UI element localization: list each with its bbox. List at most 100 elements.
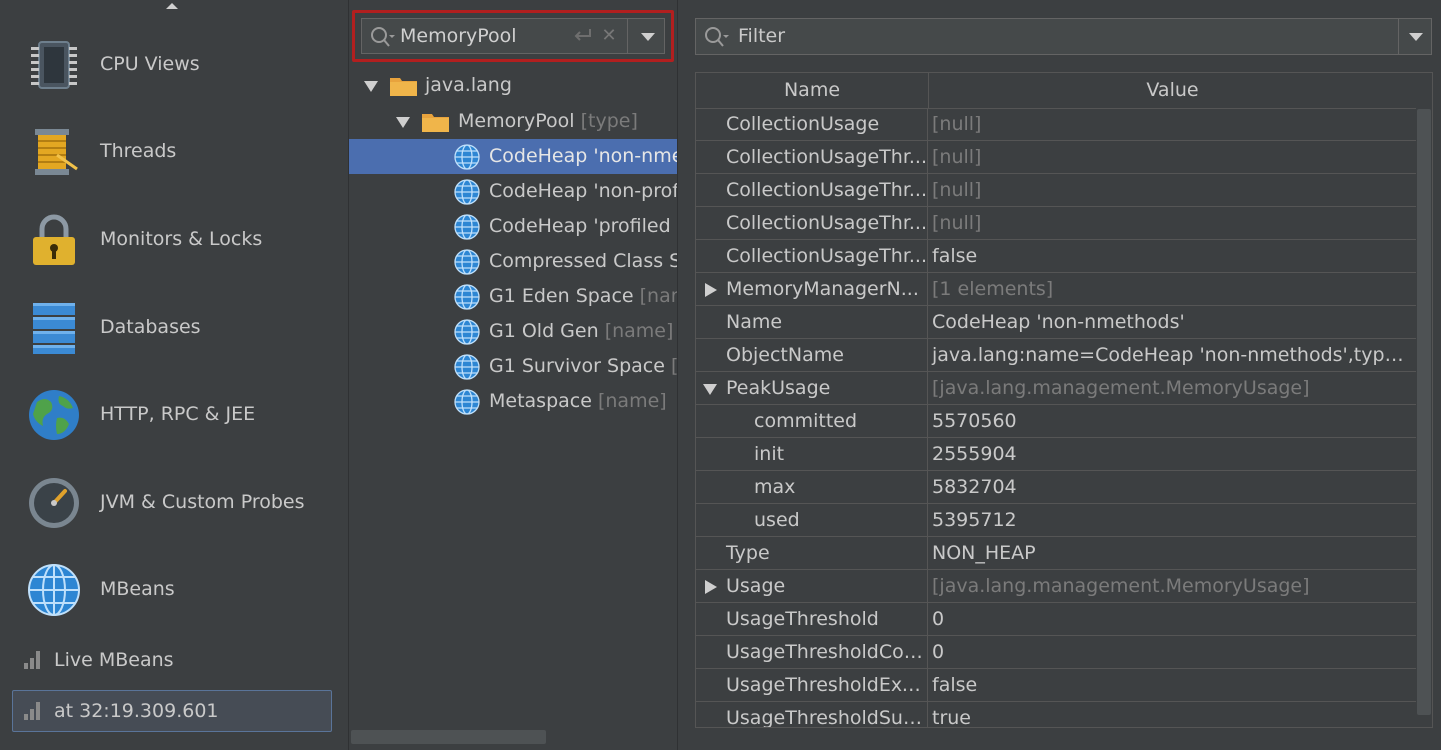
tree-node-memorypool[interactable]: MemoryPool [type]: [349, 104, 677, 139]
tree-node-g1-survivor-space[interactable]: G1 Survivor Space [n: [349, 349, 677, 384]
attribute-name: CollectionUsageThr...: [696, 174, 928, 206]
clear-icon[interactable]: ✕: [599, 25, 619, 47]
attribute-name: Type: [696, 537, 928, 569]
earth-globe-icon: [29, 390, 79, 440]
sidebar-item-snapshot[interactable]: at 32:19.309.601: [12, 690, 332, 732]
attributes-table: Name Value CollectionUsage [null] Collecti…: [695, 72, 1433, 728]
attribute-value: java.lang:name=CodeHeap 'non-nmethods',t…: [932, 344, 1415, 366]
tree-horizontal-scrollbar[interactable]: [351, 730, 546, 744]
search-highlight: ✕: [352, 10, 674, 62]
sidebar-item-http-rpc-jee[interactable]: HTTP, RPC & JEE: [0, 371, 348, 457]
sidebar-item-databases[interactable]: Databases: [0, 284, 348, 370]
table-row[interactable]: UsageThresholdSup... true: [696, 702, 1416, 728]
table-row[interactable]: CollectionUsageThr... [null]: [696, 174, 1416, 207]
table-row[interactable]: CollectionUsageThr... [null]: [696, 207, 1416, 240]
attribute-name: CollectionUsageThr...: [696, 141, 928, 173]
attribute-value: [null]: [932, 113, 982, 135]
wrap-arrow-icon[interactable]: [572, 27, 594, 45]
search-options-dropdown[interactable]: [632, 19, 664, 53]
table-row[interactable]: UsageThresholdExc... false: [696, 669, 1416, 702]
tree-node-type: [name]: [604, 320, 674, 342]
attribute-name: CollectionUsage: [696, 108, 928, 140]
attribute-value: 5395712: [932, 509, 1017, 531]
column-header-value[interactable]: Value: [929, 73, 1416, 108]
database-icon: [33, 303, 75, 354]
tree-node-compressed-class-space[interactable]: Compressed Class Sp: [349, 244, 677, 279]
sidebar-item-live-mbeans[interactable]: Live MBeans: [12, 639, 332, 681]
table-row[interactable]: ObjectName java.lang:name=CodeHeap 'non-n…: [696, 339, 1416, 372]
table-row[interactable]: Name CodeHeap 'non-nmethods': [696, 306, 1416, 339]
sidebar-item-monitors-locks[interactable]: Monitors & Locks: [0, 196, 348, 282]
mbean-globe-icon: [454, 249, 480, 275]
sidebar-item-label: Databases: [100, 316, 201, 338]
attribute-name: PeakUsage: [696, 372, 928, 404]
sidebar-item-jvm-custom-probes[interactable]: JVM & Custom Probes: [0, 459, 348, 545]
mbean-globe-icon: [454, 144, 480, 170]
tree-search-box[interactable]: ✕: [361, 18, 665, 54]
attribute-name: ObjectName: [696, 339, 928, 371]
tree-node-label: CodeHeap 'profiled r: [489, 215, 677, 237]
table-row[interactable]: CollectionUsageThr... [null]: [696, 141, 1416, 174]
attribute-name: UsageThreshold: [696, 603, 928, 635]
table-row[interactable]: committed 5570560: [696, 405, 1416, 438]
table-row[interactable]: Usage [java.lang.management.MemoryUsage]: [696, 570, 1416, 603]
sidebar-item-threads[interactable]: Threads: [0, 108, 348, 194]
scrollbar-thumb[interactable]: [1417, 109, 1431, 715]
expand-arrow-icon[interactable]: [396, 117, 410, 128]
filter-options-dropdown[interactable]: [1400, 19, 1432, 54]
table-header: Name Value: [696, 73, 1416, 109]
table-row[interactable]: PeakUsage [java.lang.management.MemoryUsa…: [696, 372, 1416, 405]
table-row[interactable]: max 5832704: [696, 471, 1416, 504]
sidebar-item-label: Monitors & Locks: [100, 228, 263, 250]
attribute-value: 0: [932, 608, 945, 630]
expand-arrow-icon[interactable]: [364, 81, 378, 92]
table-row[interactable]: CollectionUsageThr... false: [696, 240, 1416, 273]
gauge-probe-icon: [29, 478, 79, 528]
table-row[interactable]: CollectionUsage [null]: [696, 108, 1416, 141]
attribute-value: false: [932, 245, 978, 267]
table-row[interactable]: used 5395712: [696, 504, 1416, 537]
attribute-name: UsageThresholdCou...: [696, 636, 928, 668]
attribute-value: true: [932, 707, 971, 728]
sidebar-item-label: JVM & Custom Probes: [100, 491, 305, 513]
attribute-value: 5570560: [932, 410, 1017, 432]
scroll-up-icon[interactable]: [166, 3, 178, 9]
tree-node-g1-eden-space[interactable]: G1 Eden Space [nam: [349, 279, 677, 314]
attribute-value: 0: [932, 641, 945, 663]
sidebar-item-cpu-views[interactable]: CPU Views: [0, 21, 348, 107]
tree-node-label: Metaspace: [489, 390, 592, 412]
chevron-down-icon: [641, 33, 655, 41]
table-row[interactable]: init 2555904: [696, 438, 1416, 471]
table-row[interactable]: Type NON_HEAP: [696, 537, 1416, 570]
tree-node-java-lang[interactable]: java.lang: [349, 68, 677, 103]
signal-bars-icon: [24, 702, 44, 720]
tree-node-label: G1 Survivor Space: [489, 355, 665, 377]
filter-input[interactable]: [738, 19, 1378, 54]
cpu-chip-icon: [31, 41, 77, 89]
tree-node-codeheap-profiled[interactable]: CodeHeap 'profiled r: [349, 209, 677, 244]
tree-node-label: CodeHeap 'non-nme: [489, 145, 677, 167]
table-row[interactable]: UsageThresholdCou... 0: [696, 636, 1416, 669]
table-row[interactable]: MemoryManagerN... [1 elements]: [696, 273, 1416, 306]
sidebar-item-label: at 32:19.309.601: [54, 700, 219, 722]
sidebar-item-label: Threads: [100, 140, 177, 162]
signal-bars-icon: [24, 651, 44, 669]
tree-node-codeheap-non-nmethods[interactable]: CodeHeap 'non-nme: [349, 139, 677, 174]
attribute-name: UsageThresholdSup...: [696, 702, 928, 727]
mbean-globe-icon: [454, 354, 480, 380]
column-header-name[interactable]: Name: [696, 73, 929, 108]
mbean-globe-icon: [454, 319, 480, 345]
sidebar-item-mbeans[interactable]: MBeans: [0, 546, 348, 632]
filter-box[interactable]: [695, 18, 1432, 55]
attribute-value: [1 elements]: [932, 278, 1054, 300]
tree-node-codeheap-non-profiled[interactable]: CodeHeap 'non-prof: [349, 174, 677, 209]
attribute-value: false: [932, 674, 978, 696]
tree-node-g1-old-gen[interactable]: G1 Old Gen [name]: [349, 314, 677, 349]
table-row[interactable]: UsageThreshold 0: [696, 603, 1416, 636]
tree-node-label: java.lang: [425, 74, 512, 96]
tree-node-metaspace[interactable]: Metaspace [name]: [349, 384, 677, 419]
search-input[interactable]: [400, 19, 555, 53]
attribute-value: [null]: [932, 212, 982, 234]
folder-icon: [422, 114, 449, 132]
mbean-globe-icon: [454, 179, 480, 205]
